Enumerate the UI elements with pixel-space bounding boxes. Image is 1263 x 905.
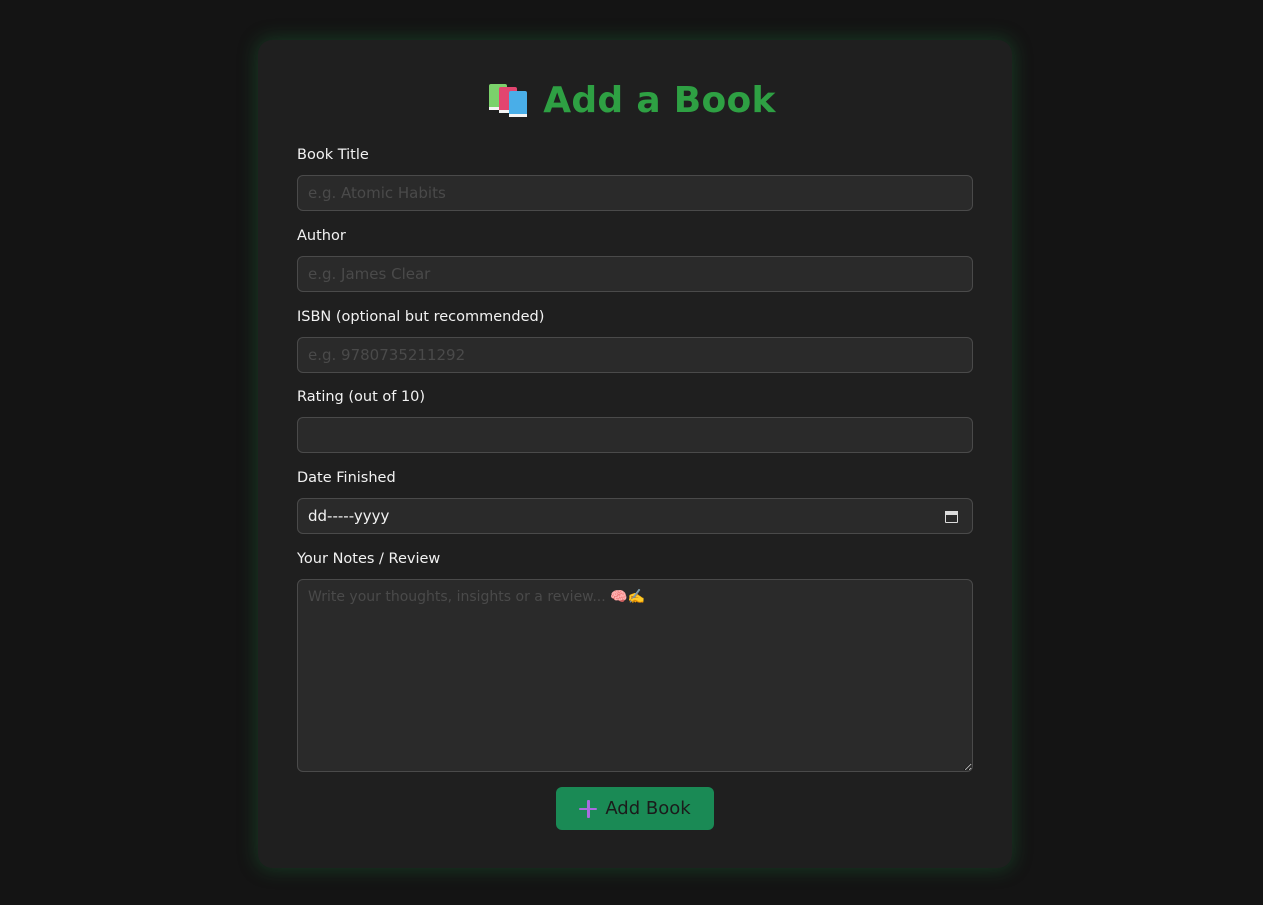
add-book-button[interactable]: Add Book [556,787,714,830]
book-title-input[interactable] [297,175,973,211]
plus-icon [579,799,598,818]
add-book-button-label: Add Book [605,798,691,819]
date-finished-input[interactable]: dd-----yyyy [297,498,973,534]
notes-label: Your Notes / Review [297,551,441,567]
notes-textarea[interactable] [297,579,973,772]
calendar-icon[interactable] [945,510,958,523]
rating-input[interactable] [297,417,973,453]
isbn-label: ISBN (optional but recommended) [297,309,545,325]
book-title-label: Book Title [297,147,369,163]
date-finished-value: dd-----yyyy [308,507,390,525]
date-finished-label: Date Finished [297,470,396,486]
isbn-input[interactable] [297,337,973,373]
page-title: Add a Book [543,79,776,121]
rating-label: Rating (out of 10) [297,389,426,405]
author-input[interactable] [297,256,973,292]
author-label: Author [297,228,346,244]
books-icon [487,82,528,118]
